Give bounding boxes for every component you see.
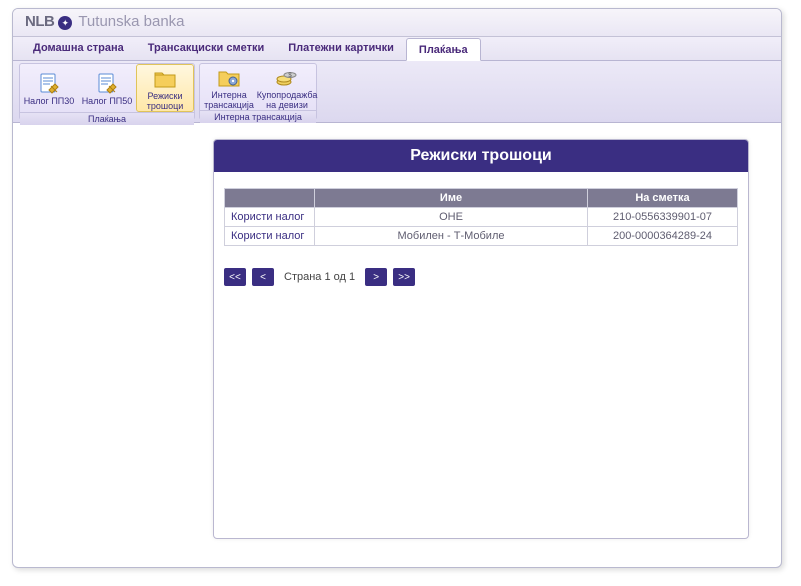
- pager-next[interactable]: >: [365, 268, 387, 286]
- document-edit-icon: [95, 72, 119, 96]
- ribbon-label: Налог ПП30: [24, 96, 75, 106]
- ribbon-label: Интерна трансакција: [204, 90, 254, 110]
- folder-gear-icon: [217, 66, 241, 90]
- col-action: [225, 189, 315, 208]
- ribbon-btn-utilities[interactable]: Режиски трошоци: [136, 64, 194, 112]
- pager: << < Страна 1 од 1 > >>: [224, 268, 738, 286]
- ribbon-btn-internal-tx[interactable]: Интерна трансакција: [200, 64, 258, 110]
- pager-last[interactable]: >>: [393, 268, 415, 286]
- panel-title: Режиски трошоци: [214, 140, 748, 172]
- table-row: Користи налог ОНЕ 210-0556339901-07: [225, 208, 738, 227]
- menu-home[interactable]: Домашна страна: [21, 37, 136, 60]
- ribbon-group-payments: Налог ПП30 Налог ПП50 Режиски трошоци Пл…: [19, 63, 195, 120]
- brand-name: Tutunska banka: [78, 13, 184, 30]
- pager-prev[interactable]: <: [252, 268, 274, 286]
- ribbon-group-title: Интерна трансакција: [200, 110, 316, 123]
- ribbon-toolbar: Налог ПП30 Налог ПП50 Режиски трошоци Пл…: [13, 61, 781, 123]
- col-name: Име: [315, 189, 588, 208]
- ribbon-group-title: Плаќања: [20, 112, 194, 125]
- utilities-table: Име На сметка Користи налог ОНЕ 210-0556…: [224, 188, 738, 246]
- main-menu: Домашна страна Трансакциски сметки Плате…: [13, 37, 781, 61]
- pager-first[interactable]: <<: [224, 268, 246, 286]
- folder-icon: [153, 67, 177, 91]
- content-area: Режиски трошоци Име На сметка Користи на…: [13, 123, 781, 557]
- ribbon-btn-pp50[interactable]: Налог ПП50: [78, 64, 136, 112]
- table-row: Користи налог Мобилен - Т-Мобиле 200-000…: [225, 227, 738, 246]
- ribbon-label: Режиски трошоци: [147, 91, 184, 111]
- payee-account: 200-0000364289-24: [588, 227, 738, 246]
- brand-logo: NLB ✦ Tutunska banka: [25, 13, 769, 30]
- ribbon-group-internal: Интерна трансакција $ Купопродажба на де…: [199, 63, 317, 120]
- payee-name: Мобилен - Т-Мобиле: [315, 227, 588, 246]
- coins-icon: $: [275, 66, 299, 90]
- menu-cards[interactable]: Платежни картички: [276, 37, 406, 60]
- table-header-row: Име На сметка: [225, 189, 738, 208]
- payee-account: 210-0556339901-07: [588, 208, 738, 227]
- use-order-link[interactable]: Користи налог: [225, 208, 315, 227]
- header-bar: NLB ✦ Tutunska banka: [13, 9, 781, 37]
- payee-name: ОНЕ: [315, 208, 588, 227]
- ribbon-btn-pp30[interactable]: Налог ПП30: [20, 64, 78, 112]
- use-order-link[interactable]: Користи налог: [225, 227, 315, 246]
- menu-payments[interactable]: Плаќања: [406, 38, 481, 61]
- col-account: На сметка: [588, 189, 738, 208]
- ribbon-label: Налог ПП50: [82, 96, 133, 106]
- document-edit-icon: [37, 72, 61, 96]
- utilities-panel: Режиски трошоци Име На сметка Користи на…: [213, 139, 749, 539]
- brand-short: NLB: [25, 13, 54, 30]
- ribbon-btn-fx[interactable]: $ Купопродажба на девизи: [258, 64, 316, 110]
- pager-label: Страна 1 од 1: [280, 271, 359, 283]
- brand-badge-icon: ✦: [58, 16, 72, 30]
- app-window: NLB ✦ Tutunska banka Домашна страна Тран…: [12, 8, 782, 568]
- menu-accounts[interactable]: Трансакциски сметки: [136, 37, 277, 60]
- ribbon-label: Купопродажба на девизи: [257, 90, 318, 110]
